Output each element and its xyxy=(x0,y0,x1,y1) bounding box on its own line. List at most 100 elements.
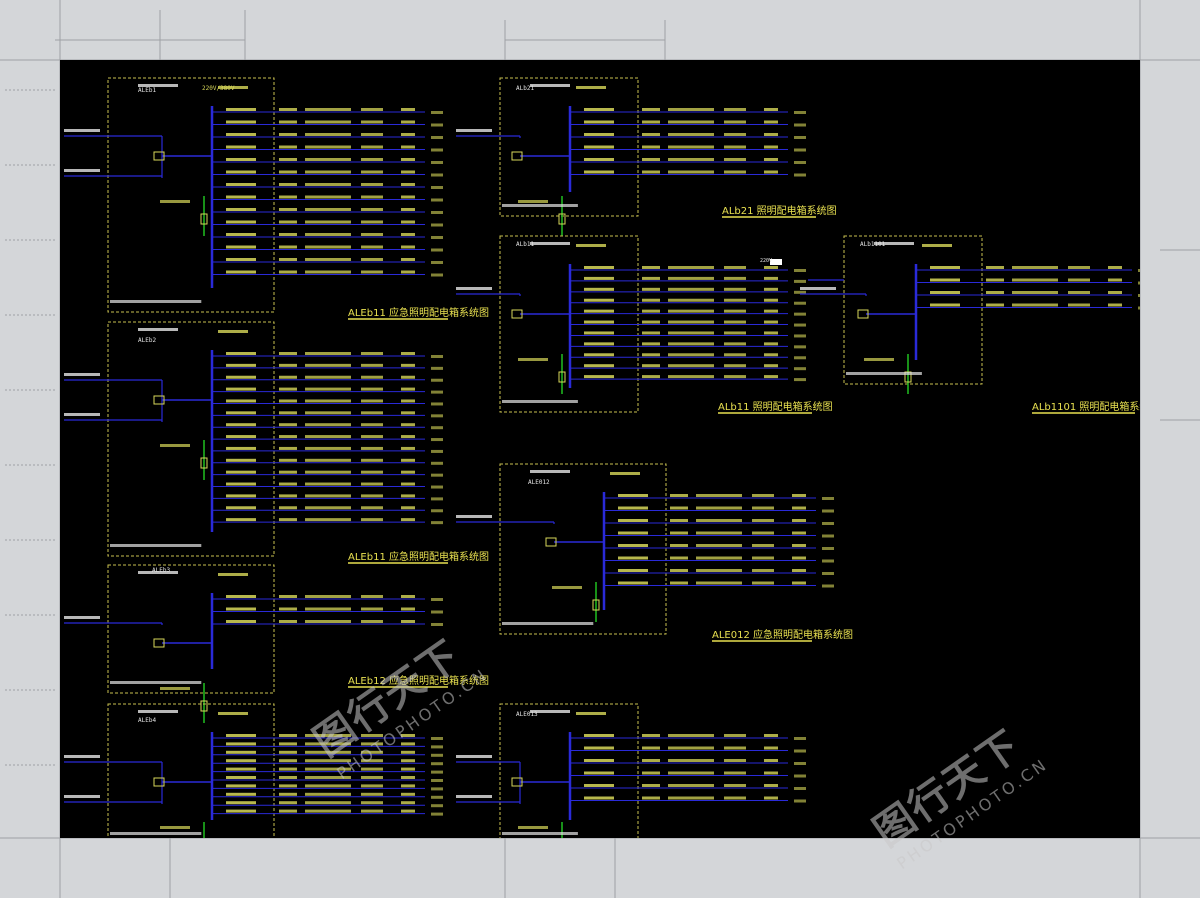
feeder-cable-text xyxy=(305,158,351,161)
feeder-conduit-text xyxy=(361,183,383,186)
panel-voltage-text xyxy=(576,712,606,715)
feeder-breaker-text xyxy=(930,291,960,294)
feeder-end-label xyxy=(431,414,443,418)
feeder-breaker-text xyxy=(930,303,960,307)
panel-frame xyxy=(107,77,275,313)
feeder-end-label xyxy=(1138,294,1140,297)
feeder-load-text xyxy=(401,270,415,274)
feeder-conduit-text xyxy=(361,120,383,124)
feeder-circuit-text xyxy=(279,387,297,391)
feeder-end-label xyxy=(431,610,443,614)
feeder-breaker-text xyxy=(618,531,648,535)
feeder-end-label xyxy=(431,223,443,227)
feeder-circuit-text xyxy=(670,556,688,560)
feeder-conduit-text xyxy=(361,145,383,149)
feeder-end-label xyxy=(431,355,443,358)
feeder-cable-text xyxy=(305,607,351,611)
ref-bus-label: 220V xyxy=(760,258,772,264)
feeder-end-label xyxy=(822,559,834,563)
feeder-conduit-text xyxy=(361,458,383,462)
feeder-conduit-text xyxy=(724,734,746,737)
feeder-conduit-text xyxy=(1068,291,1090,294)
feeder-circuit-text xyxy=(642,353,660,357)
feeder-cable-text xyxy=(668,375,714,379)
feeder-load-text xyxy=(401,435,415,439)
feeder-circuit-text xyxy=(279,245,297,249)
feeder-load-text xyxy=(401,220,415,224)
feeder-cable-text xyxy=(668,331,714,335)
feeder-circuit-text xyxy=(279,375,297,379)
feeder-circuit-text xyxy=(642,320,660,324)
feeder-breaker-text xyxy=(618,581,648,585)
feeder-cable-text xyxy=(668,170,714,174)
feeder-cable-text xyxy=(696,506,742,510)
incoming-cable-text xyxy=(456,795,492,798)
panel-label-p9: ALb1101 xyxy=(860,241,886,248)
feeder-conduit-text xyxy=(361,245,383,249)
feeder-end-label xyxy=(431,378,443,382)
feeder-circuit-text xyxy=(279,518,297,522)
feeder-load-text xyxy=(401,363,415,367)
feeder-circuit-text xyxy=(986,303,1004,307)
feeder-breaker-text xyxy=(226,494,256,498)
feeder-end-label xyxy=(431,804,443,808)
feeder-circuit-text xyxy=(279,742,297,746)
feeder-breaker-text xyxy=(226,742,256,746)
feeder-breaker-text xyxy=(226,387,256,391)
panel-voltage-text xyxy=(576,86,606,89)
feeder-end-label xyxy=(794,737,806,740)
feeder-conduit-text xyxy=(724,108,746,111)
feeder-end-label xyxy=(431,745,443,749)
feeder-conduit-text xyxy=(752,531,774,535)
feeder-conduit-text xyxy=(361,776,383,779)
feeder-circuit-text xyxy=(279,170,297,174)
feeder-cable-text xyxy=(305,620,351,623)
feeder-end-label xyxy=(822,509,834,513)
feeder-end-label xyxy=(794,173,806,177)
electrical-system-diagram: ALEb11 应急照明配电箱系统图 ALEb11 应急照明配电箱系统图 ALEb… xyxy=(64,77,1140,838)
feeder-end-label xyxy=(431,198,443,202)
feeder-load-text xyxy=(401,494,415,498)
feeder-conduit-text xyxy=(361,809,383,813)
feeder-breaker-text xyxy=(584,320,614,324)
feeder-circuit-text xyxy=(670,519,688,522)
feeder-cable-text xyxy=(668,759,714,762)
feeder-end-label xyxy=(431,236,443,239)
feeder-circuit-text xyxy=(642,158,660,161)
panel-label-p3: ALEb3 xyxy=(152,567,170,574)
feeder-end-label xyxy=(794,378,806,382)
feeder-load-text xyxy=(401,446,415,450)
feeder-cable-text xyxy=(305,518,351,522)
feeder-breaker-text xyxy=(226,435,256,439)
feeder-circuit-text xyxy=(279,258,297,261)
feeder-breaker-text xyxy=(226,399,256,403)
feeder-load-text xyxy=(764,170,778,174)
feeder-cable-text xyxy=(305,375,351,379)
feeder-end-label xyxy=(431,426,443,430)
feeder-circuit-text xyxy=(279,458,297,462)
feeder-conduit-text xyxy=(724,120,746,124)
feeder-circuit-text xyxy=(986,278,1004,282)
feeder-load-text xyxy=(764,734,778,737)
feeder-breaker-text xyxy=(226,170,256,174)
feeder-cable-text xyxy=(696,519,742,522)
feeder-end-label xyxy=(431,402,443,406)
feeder-cable-text xyxy=(696,531,742,535)
feeder-end-label xyxy=(431,173,443,177)
incoming-cable-text xyxy=(64,373,100,376)
feeder-conduit-text xyxy=(724,320,746,324)
feeder-cable-text xyxy=(305,446,351,450)
feeder-circuit-text xyxy=(279,411,297,415)
panel-footer-text xyxy=(110,300,202,303)
feeder-end-label xyxy=(822,572,834,575)
feeder-conduit-text xyxy=(361,133,383,136)
feeder-conduit-text xyxy=(361,352,383,355)
feeder-conduit-text xyxy=(361,470,383,474)
feeder-cable-text xyxy=(305,352,351,355)
feeder-circuit-text xyxy=(642,734,660,737)
feeder-breaker-text xyxy=(930,278,960,282)
feeder-load-text xyxy=(401,784,415,788)
feeder-load-text xyxy=(764,759,778,762)
feeder-end-label xyxy=(794,323,806,327)
feeder-load-text xyxy=(401,411,415,415)
